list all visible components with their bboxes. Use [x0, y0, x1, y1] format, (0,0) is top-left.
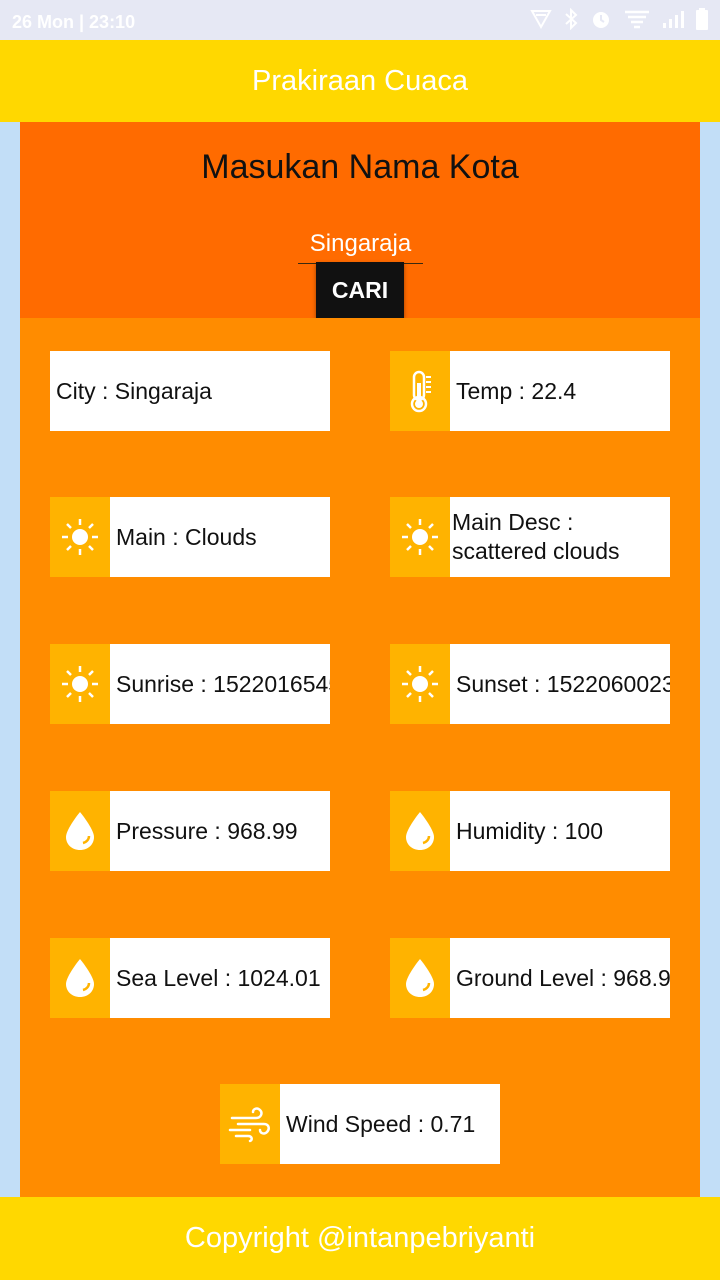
- app-bar: Prakiraan Cuaca: [0, 40, 720, 122]
- sunset-card: Sunset : 1522060023: [390, 644, 670, 724]
- humidity-text: Humidity : 100: [456, 817, 604, 844]
- wind-icon: [220, 1084, 280, 1164]
- ground-level-text: Ground Level : 968.99: [456, 964, 670, 991]
- sun-icon: [50, 497, 110, 577]
- water-drop-icon: [390, 938, 450, 1018]
- water-drop-icon: [50, 791, 110, 871]
- sea-level-text: Sea Level : 1024.01: [116, 964, 321, 991]
- main-card: Main : Clouds: [50, 497, 330, 577]
- sun-icon: [390, 497, 450, 577]
- sunrise-text: Sunrise : 1522016545: [116, 670, 330, 697]
- main-desc-card: Main Desc : scattered clouds: [390, 497, 670, 577]
- main-desc-text: Main Desc : scattered clouds: [452, 509, 620, 564]
- temp-text: Temp : 22.4: [456, 377, 577, 404]
- city-input[interactable]: [298, 224, 423, 264]
- thermometer-icon: [390, 351, 450, 431]
- city-text: City : Singaraja: [56, 377, 212, 404]
- wind-speed-text: Wind Speed : 0.71: [286, 1110, 476, 1137]
- ground-level-card: Ground Level : 968.99: [390, 938, 670, 1018]
- signal-triangle-icon: [530, 9, 552, 33]
- pressure-card: Pressure : 968.99: [50, 791, 330, 871]
- alarm-icon: [590, 8, 612, 34]
- sunset-text: Sunset : 1522060023: [456, 670, 670, 697]
- footer: Copyright @intanpebriyanti: [0, 1197, 720, 1280]
- sunrise-card: Sunrise : 1522016545: [50, 644, 330, 724]
- status-bar: 26 Mon | 23:10: [0, 0, 720, 40]
- sun-icon: [50, 644, 110, 724]
- results-panel: City : Singaraja Temp : 22.4 Main: Clou…: [20, 318, 700, 1197]
- battery-icon: [696, 8, 708, 34]
- city-card: City : Singaraja: [50, 351, 330, 431]
- water-drop-icon: [390, 791, 450, 871]
- main-text: Main : Clouds: [116, 523, 257, 550]
- status-time: 26 Mon | 23:10: [12, 12, 136, 32]
- footer-copyright: Copyright @intanpebriyanti: [184, 1222, 536, 1254]
- search-heading: Masukan Nama Kota: [201, 148, 519, 186]
- bluetooth-icon: [564, 7, 578, 34]
- sun-icon: [390, 644, 450, 724]
- wind-speed-card: Wind Speed : 0.71: [220, 1084, 500, 1164]
- sea-level-card: Sea Level : 1024.01: [50, 938, 330, 1018]
- search-button[interactable]: CARI: [316, 262, 404, 318]
- search-panel: Masukan Nama Kota CARI: [20, 122, 700, 318]
- status-icons: [530, 7, 708, 34]
- water-drop-icon: [50, 938, 110, 1018]
- app-title: Prakiraan Cuaca: [252, 64, 468, 97]
- cell-signal-icon: [662, 9, 684, 33]
- wifi-icon: [624, 9, 650, 33]
- pressure-text: Pressure : 968.99: [116, 817, 298, 844]
- temp-card: Temp : 22.4: [390, 351, 670, 431]
- humidity-card: Humidity : 100: [390, 791, 670, 871]
